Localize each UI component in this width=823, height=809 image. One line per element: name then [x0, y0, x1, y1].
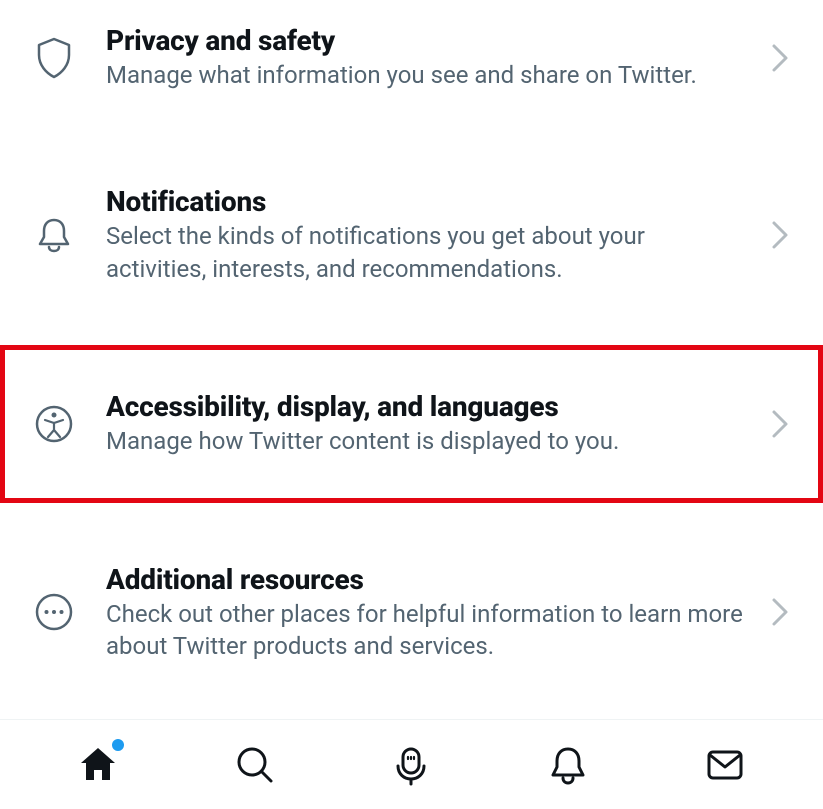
- setting-title: Privacy and safety: [106, 24, 745, 57]
- settings-list: Privacy and safety Manage what informati…: [0, 0, 823, 686]
- setting-item-accessibility[interactable]: Accessibility, display, and languages Ma…: [0, 345, 823, 502]
- setting-desc: Select the kinds of notifications you ge…: [106, 220, 745, 285]
- nav-notifications[interactable]: [544, 741, 592, 789]
- notification-dot-icon: [112, 739, 124, 751]
- setting-text: Accessibility, display, and languages Ma…: [78, 390, 765, 457]
- shield-icon: [30, 37, 78, 79]
- setting-item-notifications[interactable]: Notifications Select the kinds of notifi…: [0, 161, 823, 309]
- accessibility-icon: [30, 404, 78, 444]
- setting-title: Additional resources: [106, 563, 745, 596]
- chevron-right-icon: [765, 597, 795, 627]
- setting-text: Notifications Select the kinds of notifi…: [78, 185, 765, 285]
- setting-title: Accessibility, display, and languages: [106, 390, 745, 423]
- nav-messages[interactable]: [701, 741, 749, 789]
- chevron-right-icon: [765, 43, 795, 73]
- more-circle-icon: [30, 592, 78, 632]
- nav-home[interactable]: [74, 741, 122, 789]
- nav-spaces[interactable]: [387, 741, 435, 789]
- setting-item-additional-resources[interactable]: Additional resources Check out other pla…: [0, 539, 823, 687]
- setting-desc: Check out other places for helpful infor…: [106, 598, 745, 663]
- bell-icon: [30, 215, 78, 255]
- setting-title: Notifications: [106, 185, 745, 218]
- nav-search[interactable]: [231, 741, 279, 789]
- setting-text: Additional resources Check out other pla…: [78, 563, 765, 663]
- setting-item-privacy-safety[interactable]: Privacy and safety Manage what informati…: [0, 0, 823, 115]
- setting-desc: Manage what information you see and shar…: [106, 59, 745, 91]
- chevron-right-icon: [765, 220, 795, 250]
- setting-desc: Manage how Twitter content is displayed …: [106, 425, 745, 457]
- chevron-right-icon: [765, 409, 795, 439]
- setting-text: Privacy and safety Manage what informati…: [78, 24, 765, 91]
- bottom-nav: [0, 719, 823, 809]
